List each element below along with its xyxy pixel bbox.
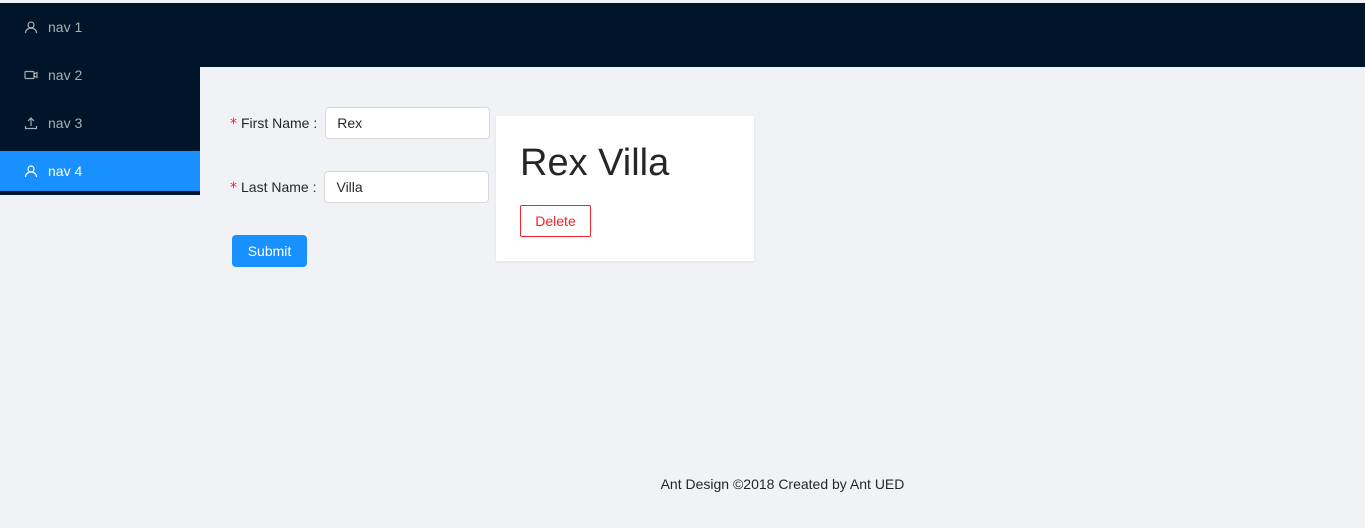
video-camera-icon [24,68,38,82]
first-name-row: * First Name : [230,107,491,139]
upload-icon [24,116,38,130]
top-header [0,3,1365,67]
required-marker: * [230,179,237,196]
sidebar-item-nav-4[interactable]: nav 4 [0,151,200,191]
required-marker: * [230,115,237,132]
sidebar-item-nav-1[interactable]: nav 1 [0,7,200,47]
submit-button[interactable]: Submit [232,235,307,267]
footer-text: Ant Design ©2018 Created by Ant UED [660,476,905,492]
user-icon [24,20,38,34]
sidebar-menu: nav 1 nav 2 nav 3 nav 4 [0,3,200,195]
last-name-label: * Last Name : [230,178,317,196]
delete-button[interactable]: Delete [520,205,591,237]
sidebar-item-label: nav 2 [48,67,83,83]
last-name-row: * Last Name : [230,171,490,203]
last-name-input[interactable] [324,171,490,203]
first-name-input[interactable] [325,107,491,139]
card-title: Rex Villa [520,142,670,184]
sidebar-item-nav-3[interactable]: nav 3 [0,103,200,143]
first-name-label: * First Name : [230,114,318,132]
sidebar-item-label: nav 3 [48,115,83,131]
user-icon [24,164,38,178]
sidebar-item-label: nav 4 [48,163,83,179]
sidebar-item-label: nav 1 [48,19,83,35]
name-card: Rex Villa Delete [496,116,754,261]
sidebar-item-nav-2[interactable]: nav 2 [0,55,200,95]
